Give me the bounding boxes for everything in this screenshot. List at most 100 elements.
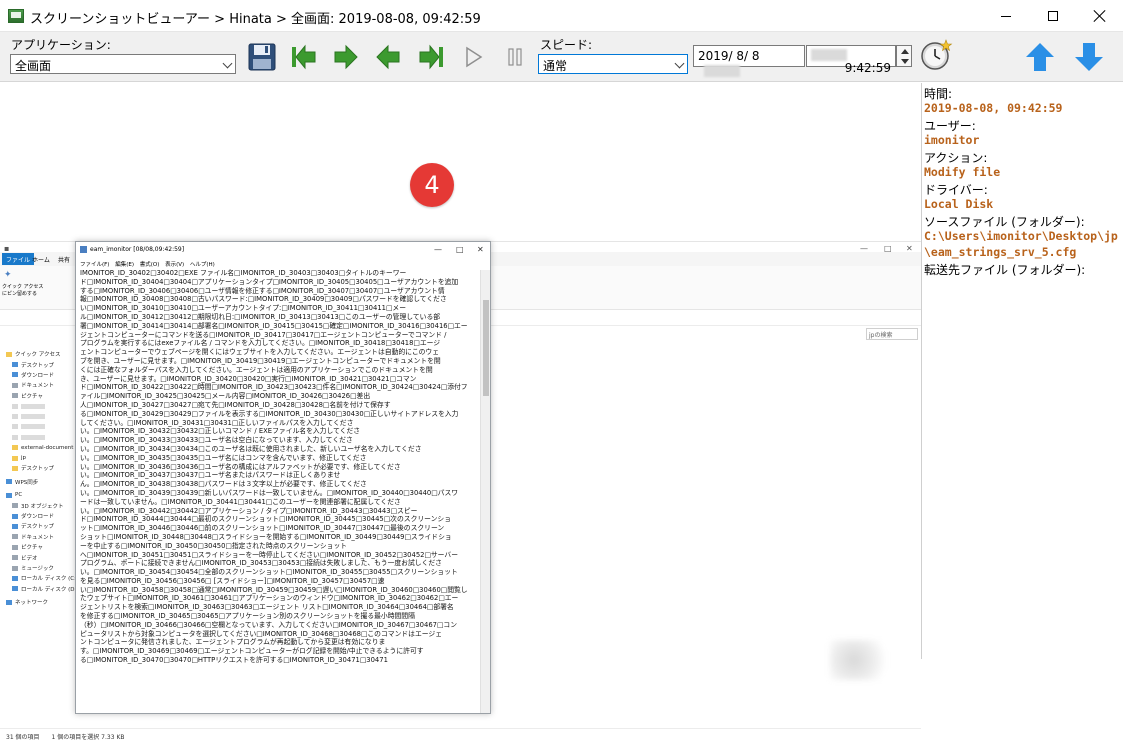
- time-picker[interactable]: 9:42:59: [806, 45, 896, 75]
- arrow-down-icon: [1075, 43, 1103, 71]
- nav-item: クイック アクセス: [0, 349, 74, 359]
- date-value: 2019/ 8/ 8: [698, 49, 760, 63]
- star-icon: [6, 351, 12, 357]
- notepad-line: ジェントリストを検索□IMONITOR_ID_30463□30463□エージェン…: [80, 603, 454, 612]
- notepad-line: い。□IMONITOR_ID_30433□30433□ユーザ名は空白になっていま…: [80, 436, 353, 445]
- folder-icon: [12, 403, 18, 409]
- time-value-text: 2019-08-08, 09:42:59: [924, 101, 1063, 115]
- time-spinner[interactable]: [896, 45, 912, 67]
- notepad-line: 署□IMONITOR_ID_30414□30414□部署名□IMONITOR_I…: [80, 321, 468, 330]
- user-label: ユーザー:: [924, 119, 976, 133]
- date-picker[interactable]: 2019/ 8/ 8: [693, 45, 805, 77]
- first-screenshot-button[interactable]: [286, 40, 322, 74]
- close-icon: [1094, 10, 1106, 22]
- notepad-close-icon: ✕: [477, 245, 484, 254]
- notepad-line: へ□IMONITOR_ID_30451□30451□スライドショーを一時停止して…: [80, 550, 459, 559]
- nav-item: PC: [0, 490, 74, 500]
- pause-slideshow-button[interactable]: [497, 40, 533, 74]
- notepad-icon: [80, 246, 87, 253]
- speed-select[interactable]: 通常: [538, 54, 688, 74]
- application-label: アプリケーション:: [11, 38, 111, 52]
- drive-icon: [12, 586, 18, 592]
- nav-item-label: ダウンロード: [21, 372, 55, 379]
- notepad-line: い。□IMONITOR_ID_30436□30436□ユーザ名の構成にはアルファ…: [80, 462, 401, 471]
- redacted-blur: [811, 49, 847, 61]
- nav-item-label: ローカル ディスク (C:): [21, 576, 79, 583]
- go-to-time-button[interactable]: [918, 38, 954, 72]
- explorer-search-input: jpの検索: [866, 328, 918, 340]
- notepad-line: い。□IMONITOR_ID_30442□30442□アプリケーション / タイ…: [80, 506, 418, 515]
- nav-item: [0, 411, 74, 421]
- document-icon: [12, 382, 18, 388]
- nav-item: ビデオ: [0, 552, 74, 562]
- notepad-line: る□IMONITOR_ID_30429□30429□ファイルを表示する□IMON…: [80, 409, 459, 418]
- notepad-line: IMONITOR_ID_30402□30402□EXE ファイル名□IMONIT…: [80, 269, 407, 277]
- play-slideshow-button[interactable]: [455, 40, 491, 74]
- last-screenshot-button[interactable]: [413, 40, 449, 74]
- minimize-icon: [1001, 15, 1011, 17]
- notepad-window: eam_imonitor [08/08,09:42:59] — □ ✕ ファイル…: [75, 241, 491, 714]
- notepad-line: い。□IMONITOR_ID_30435□30435□ユーザ名にはコンマを含んで…: [80, 453, 367, 462]
- nav-item: [0, 422, 74, 432]
- folder-icon: [12, 445, 18, 451]
- maximize-button[interactable]: [1030, 0, 1076, 32]
- window-title: スクリーンショットビューアー > Hinata > 全画面: 2019-08-0…: [30, 12, 481, 27]
- notepad-line: （秒）□IMONITOR_ID_30466□30466□空欄となっています、入力…: [80, 620, 457, 629]
- nav-item: デスクトップ: [0, 463, 74, 473]
- redacted-blur: [21, 424, 45, 430]
- title-bar: スクリーンショットビューアー > Hinata > 全画面: 2019-08-0…: [0, 0, 1123, 32]
- explorer-status-bar: 31 個の項目 1 個の項目を選択 7.33 KB: [0, 728, 921, 742]
- nav-item: jp: [0, 453, 74, 463]
- nav-item-label: ドキュメント: [21, 383, 55, 390]
- chevron-down-icon: [674, 58, 685, 69]
- source-label: ソースファイル (フォルダー):: [924, 215, 1085, 229]
- folder-icon: [12, 465, 18, 471]
- picture-icon: [12, 544, 18, 550]
- nav-item-label: デスクトップ: [21, 466, 55, 473]
- nav-item: ローカル ディスク (D:): [0, 584, 79, 594]
- nav-item-label: ピクチャ: [21, 393, 43, 400]
- nav-item: ドキュメント: [0, 380, 74, 390]
- action-value: Modify file: [924, 165, 1001, 179]
- spinner-up-icon: [901, 49, 909, 54]
- video-icon: [12, 555, 18, 561]
- scroll-up-button[interactable]: [1022, 40, 1058, 74]
- notepad-line: ェントコンピューターでウェブページを開くにはウェブサイトを入力してください。エー…: [80, 348, 440, 357]
- toolbar: アプリケーション: 全画面 スピード: 通常 2019/ 8/ 8 9:42:5…: [0, 32, 1123, 82]
- save-button[interactable]: [244, 40, 280, 74]
- nav-item: [0, 432, 74, 442]
- scroll-down-button[interactable]: [1071, 40, 1107, 74]
- minimize-button[interactable]: [983, 0, 1029, 32]
- music-icon: [12, 565, 18, 571]
- notepad-line: くには正確なフォルダーパスを入力してください。エージェントは適用のアプリケーショ…: [80, 365, 433, 374]
- redacted-blur: [21, 414, 45, 420]
- arrow-left-icon: [376, 44, 400, 70]
- speed-select-value: 通常: [543, 59, 568, 73]
- step-badge: 4: [410, 163, 454, 207]
- speed-label: スピード:: [540, 38, 593, 52]
- notepad-line: ントコンピュータに発信されました、エージェントプログラムが再起動してから変更は有…: [80, 638, 386, 647]
- folder-icon: [12, 434, 18, 440]
- notepad-line: ジェントコンピューターにコマンドを送る□IMONITOR_ID_30417□30…: [80, 330, 447, 339]
- application-select[interactable]: 全画面: [10, 54, 236, 74]
- nav-item-label: jp: [21, 455, 27, 462]
- picture-icon: [12, 393, 18, 399]
- nav-item-label: PC: [15, 492, 23, 499]
- source-value-line1: C:\Users\imonitor\Desktop\jp: [924, 229, 1118, 243]
- nav-item: ミュージック: [0, 563, 74, 573]
- previous-screenshot-button[interactable]: [370, 40, 406, 74]
- pause-icon: [508, 48, 522, 66]
- application-select-value: 全画面: [15, 59, 52, 73]
- notepad-line: ル□IMONITOR_ID_30412□30412□期限切れ日:□IMONITO…: [80, 312, 441, 321]
- pc-icon: [6, 492, 12, 498]
- notepad-minimize-icon: —: [434, 245, 442, 254]
- nav-item: デスクトップ: [0, 359, 74, 369]
- nav-item-label: クイック アクセス: [15, 352, 61, 359]
- arrow-right-icon: [334, 44, 358, 70]
- next-screenshot-button[interactable]: [328, 40, 364, 74]
- close-button[interactable]: [1077, 0, 1123, 32]
- cube-icon: [12, 503, 18, 509]
- screenshot-viewport: 4 ▪ — □ ✕ ファイル ホーム 共有 ✦ クイック アクセス にピン留めす…: [0, 83, 921, 741]
- notepad-line: ーを中止する□IMONITOR_ID_30450□30450□指定された時点のス…: [80, 541, 348, 550]
- ribbon-tab-share: 共有: [58, 257, 71, 264]
